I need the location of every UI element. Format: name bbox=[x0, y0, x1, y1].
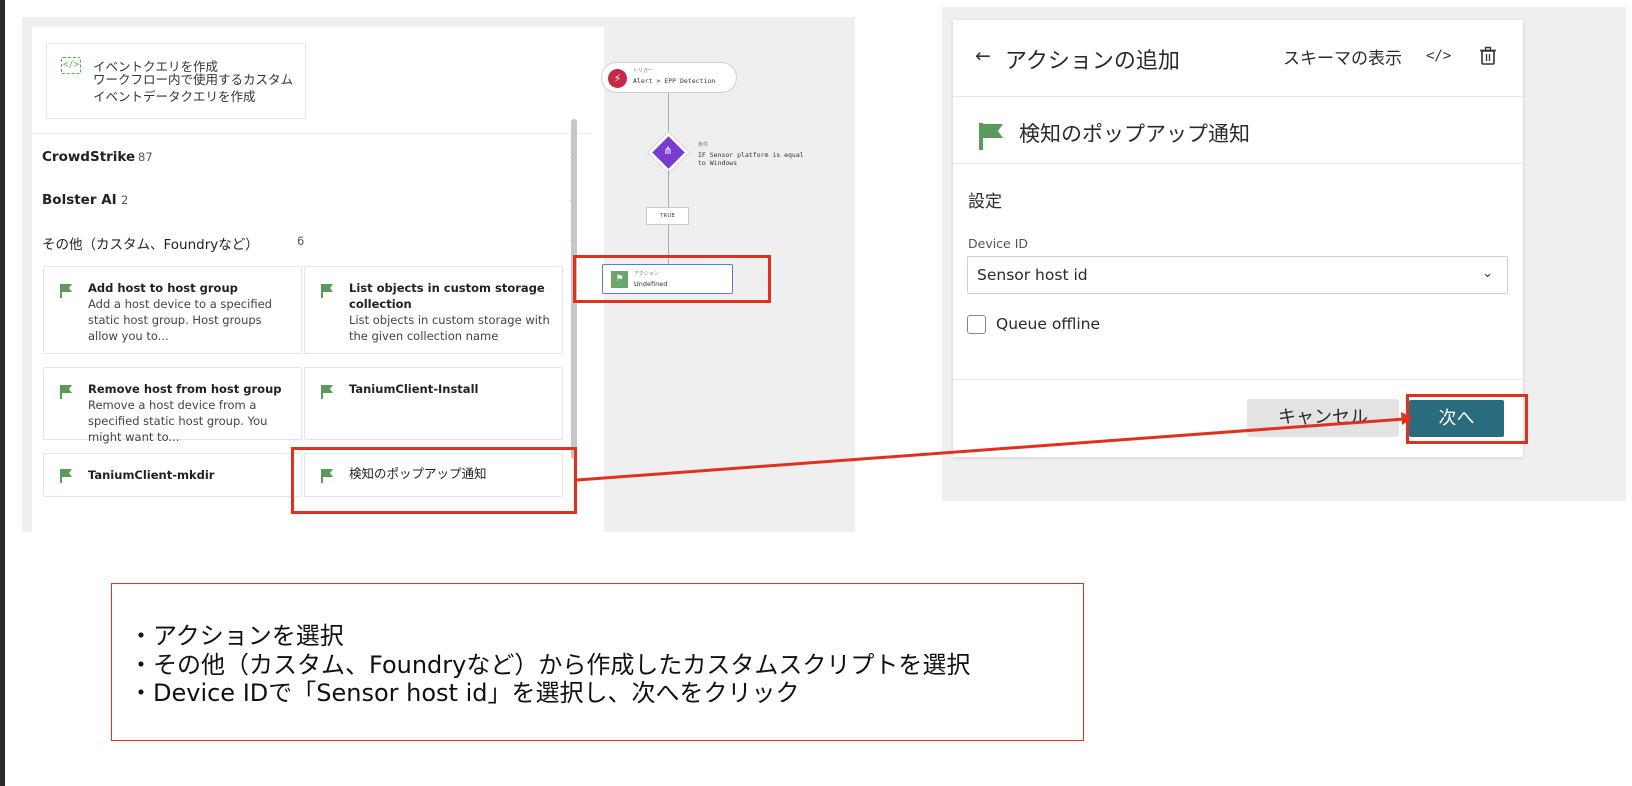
category-crowdstrike[interactable]: CrowdStrike 87 ⌄ bbox=[42, 149, 578, 173]
action-card[interactable]: List objects in custom storage collectio… bbox=[304, 266, 563, 354]
branch-icon: ⋔ bbox=[663, 144, 673, 157]
highlight-popup-action bbox=[291, 447, 577, 514]
action-card[interactable]: Add host to host group Add a host device… bbox=[43, 266, 302, 354]
divider bbox=[953, 163, 1523, 164]
category-bolster-ai[interactable]: Bolster AI 2 ⌄ bbox=[42, 192, 578, 216]
action-title: TaniumClient-mkdir bbox=[88, 468, 215, 482]
create-event-query-card[interactable]: </> イベントクエリを作成 ワークフロー内で使用するカスタムイベントデータクエ… bbox=[46, 43, 306, 119]
action-description: Add a host device to a specified static … bbox=[88, 297, 272, 343]
add-action-dialog bbox=[953, 20, 1523, 457]
device-id-value: Sensor host id bbox=[977, 266, 1088, 284]
category-count: 6 bbox=[297, 234, 305, 248]
action-card[interactable]: TaniumClient-Install bbox=[304, 367, 563, 440]
chevron-down-icon: ⌄ bbox=[1482, 266, 1493, 281]
true-branch-tag: TRUE bbox=[646, 207, 689, 225]
category-name: CrowdStrike bbox=[42, 149, 136, 165]
category-name: Bolster AI bbox=[42, 192, 117, 208]
flag-icon bbox=[321, 385, 333, 399]
dialog-title: アクションの追加 bbox=[1005, 49, 1180, 74]
action-description: List objects in custom storage with the … bbox=[349, 313, 550, 343]
condition-text: IF Sensor platform is equal to Windows bbox=[698, 151, 804, 167]
trigger-text: Alert > EPP Detection bbox=[633, 77, 716, 85]
category-name: その他（カスタム、Foundryなど） bbox=[42, 237, 259, 253]
category-other[interactable]: その他（カスタム、Foundryなど） 6 ⌃ bbox=[42, 233, 578, 257]
queue-offline-label: Queue offline bbox=[996, 315, 1100, 333]
flag-icon bbox=[60, 469, 72, 483]
device-id-select[interactable]: Sensor host id ⌄ bbox=[967, 256, 1508, 294]
category-count: 2 bbox=[121, 193, 129, 207]
action-title: Add host to host group bbox=[88, 281, 238, 295]
queue-offline-checkbox[interactable] bbox=[967, 315, 986, 334]
divider bbox=[32, 133, 592, 134]
action-card[interactable]: TaniumClient-mkdir bbox=[43, 453, 302, 497]
divider bbox=[953, 96, 1523, 97]
action-card[interactable]: Remove host from host group Remove a hos… bbox=[43, 367, 302, 444]
action-title: TaniumClient-Install bbox=[349, 382, 479, 396]
highlight-action-node bbox=[573, 255, 771, 303]
divider bbox=[953, 379, 1523, 380]
settings-heading: 設定 bbox=[968, 192, 1002, 212]
left-edge-strip bbox=[0, 0, 5, 786]
lightning-icon: ⚡ bbox=[608, 69, 627, 88]
note-line-3: ・Device IDで「Sensor host id」を選択し、次へをクリック bbox=[129, 679, 800, 707]
flag-icon bbox=[60, 284, 72, 298]
connector-line bbox=[668, 170, 669, 207]
cancel-button[interactable]: キャンセル bbox=[1247, 399, 1399, 437]
query-card-description: ワークフロー内で使用するカスタムイベントデータクエリを作成 bbox=[93, 72, 294, 104]
action-title: List objects in custom storage collectio… bbox=[349, 281, 545, 311]
action-description: Remove a host device from a specified st… bbox=[88, 398, 268, 444]
flag-icon bbox=[979, 123, 1003, 150]
trash-icon[interactable] bbox=[1479, 46, 1497, 66]
condition-label: 条件 bbox=[698, 142, 709, 148]
workflow-trigger-node[interactable]: ⚡ トリガー Alert > EPP Detection bbox=[601, 62, 737, 93]
show-schema-link[interactable]: スキーマの表示 bbox=[1283, 44, 1402, 69]
slide: </> イベントクエリを作成 ワークフロー内で使用するカスタムイベントデータクエ… bbox=[0, 0, 1632, 786]
selected-action-name: 検知のポップアップ通知 bbox=[1019, 122, 1250, 146]
device-id-label: Device ID bbox=[968, 236, 1029, 251]
flag-icon bbox=[321, 284, 333, 298]
category-count: 87 bbox=[138, 150, 153, 164]
code-icon[interactable]: </> bbox=[1426, 48, 1451, 64]
arrow-left-icon[interactable]: ← bbox=[975, 45, 991, 67]
action-title: Remove host from host group bbox=[88, 382, 282, 396]
code-icon: </> bbox=[61, 57, 81, 74]
trigger-label: トリガー bbox=[633, 68, 654, 74]
highlight-next-button bbox=[1406, 394, 1528, 444]
flag-icon bbox=[60, 385, 72, 399]
